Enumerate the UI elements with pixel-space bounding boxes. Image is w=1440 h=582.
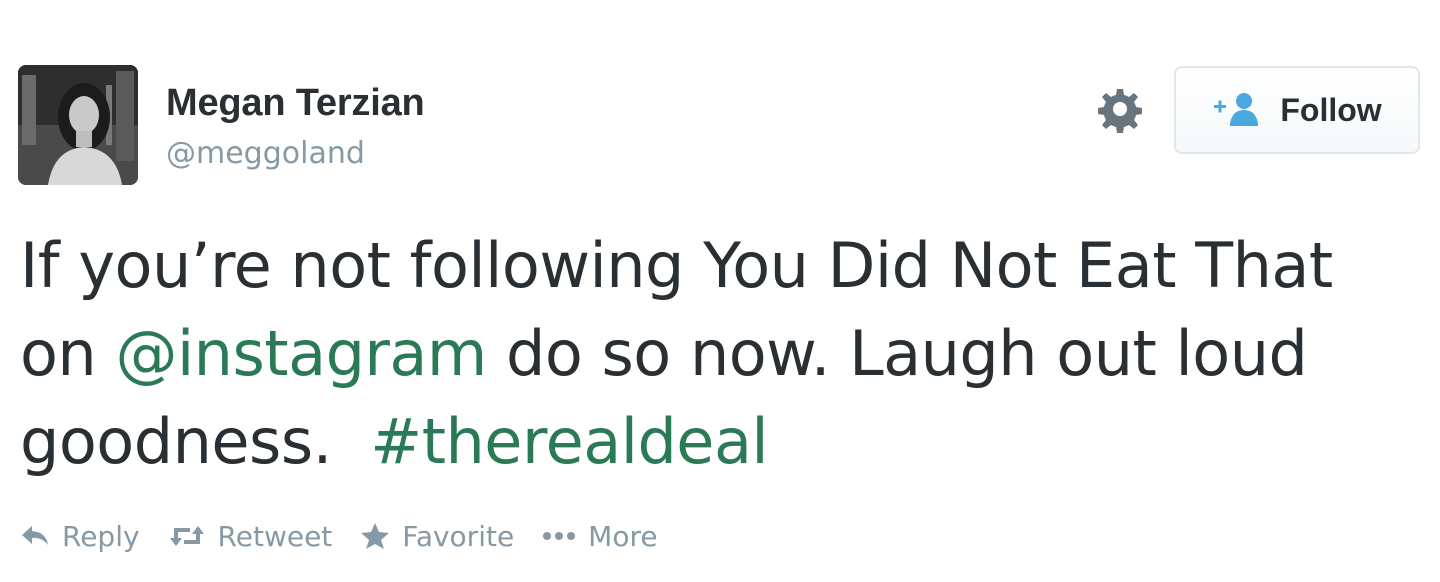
user-names: Megan Terzian @meggoland	[166, 81, 425, 173]
star-icon	[361, 523, 390, 549]
avatar[interactable]	[18, 65, 138, 185]
more-dots-icon	[543, 532, 576, 540]
retweet-label: Retweet	[217, 519, 333, 553]
retweet-icon	[169, 526, 204, 546]
user-full-name[interactable]: Megan Terzian	[166, 81, 425, 125]
follow-label: Follow	[1280, 91, 1382, 128]
user-handle[interactable]: @meggoland	[166, 135, 425, 173]
avatar-photo	[18, 65, 138, 185]
reply-label: Reply	[62, 519, 140, 553]
tweet-text: If you’re not following You Did Not Eat …	[20, 222, 1420, 486]
hashtag-link[interactable]: #therealdeal	[370, 405, 768, 478]
reply-icon	[22, 526, 48, 545]
favorite-label: Favorite	[402, 519, 515, 553]
follow-button[interactable]: Follow	[1174, 66, 1420, 154]
add-user-icon	[1212, 90, 1264, 130]
more-label: More	[588, 519, 658, 553]
gear-icon[interactable]	[1096, 85, 1144, 133]
more-button[interactable]: More	[542, 519, 658, 553]
reply-button[interactable]: Reply	[20, 520, 140, 553]
tweet-header: Megan Terzian @meggoland Follow	[18, 65, 1422, 187]
tweet-actions: Reply Retweet Favorite More	[20, 512, 686, 560]
mention-link[interactable]: @instagram	[115, 317, 487, 390]
favorite-button[interactable]: Favorite	[360, 520, 514, 553]
retweet-button[interactable]: Retweet	[168, 519, 333, 553]
tweet-card: Megan Terzian @meggoland Follow If you’r…	[0, 0, 1440, 582]
